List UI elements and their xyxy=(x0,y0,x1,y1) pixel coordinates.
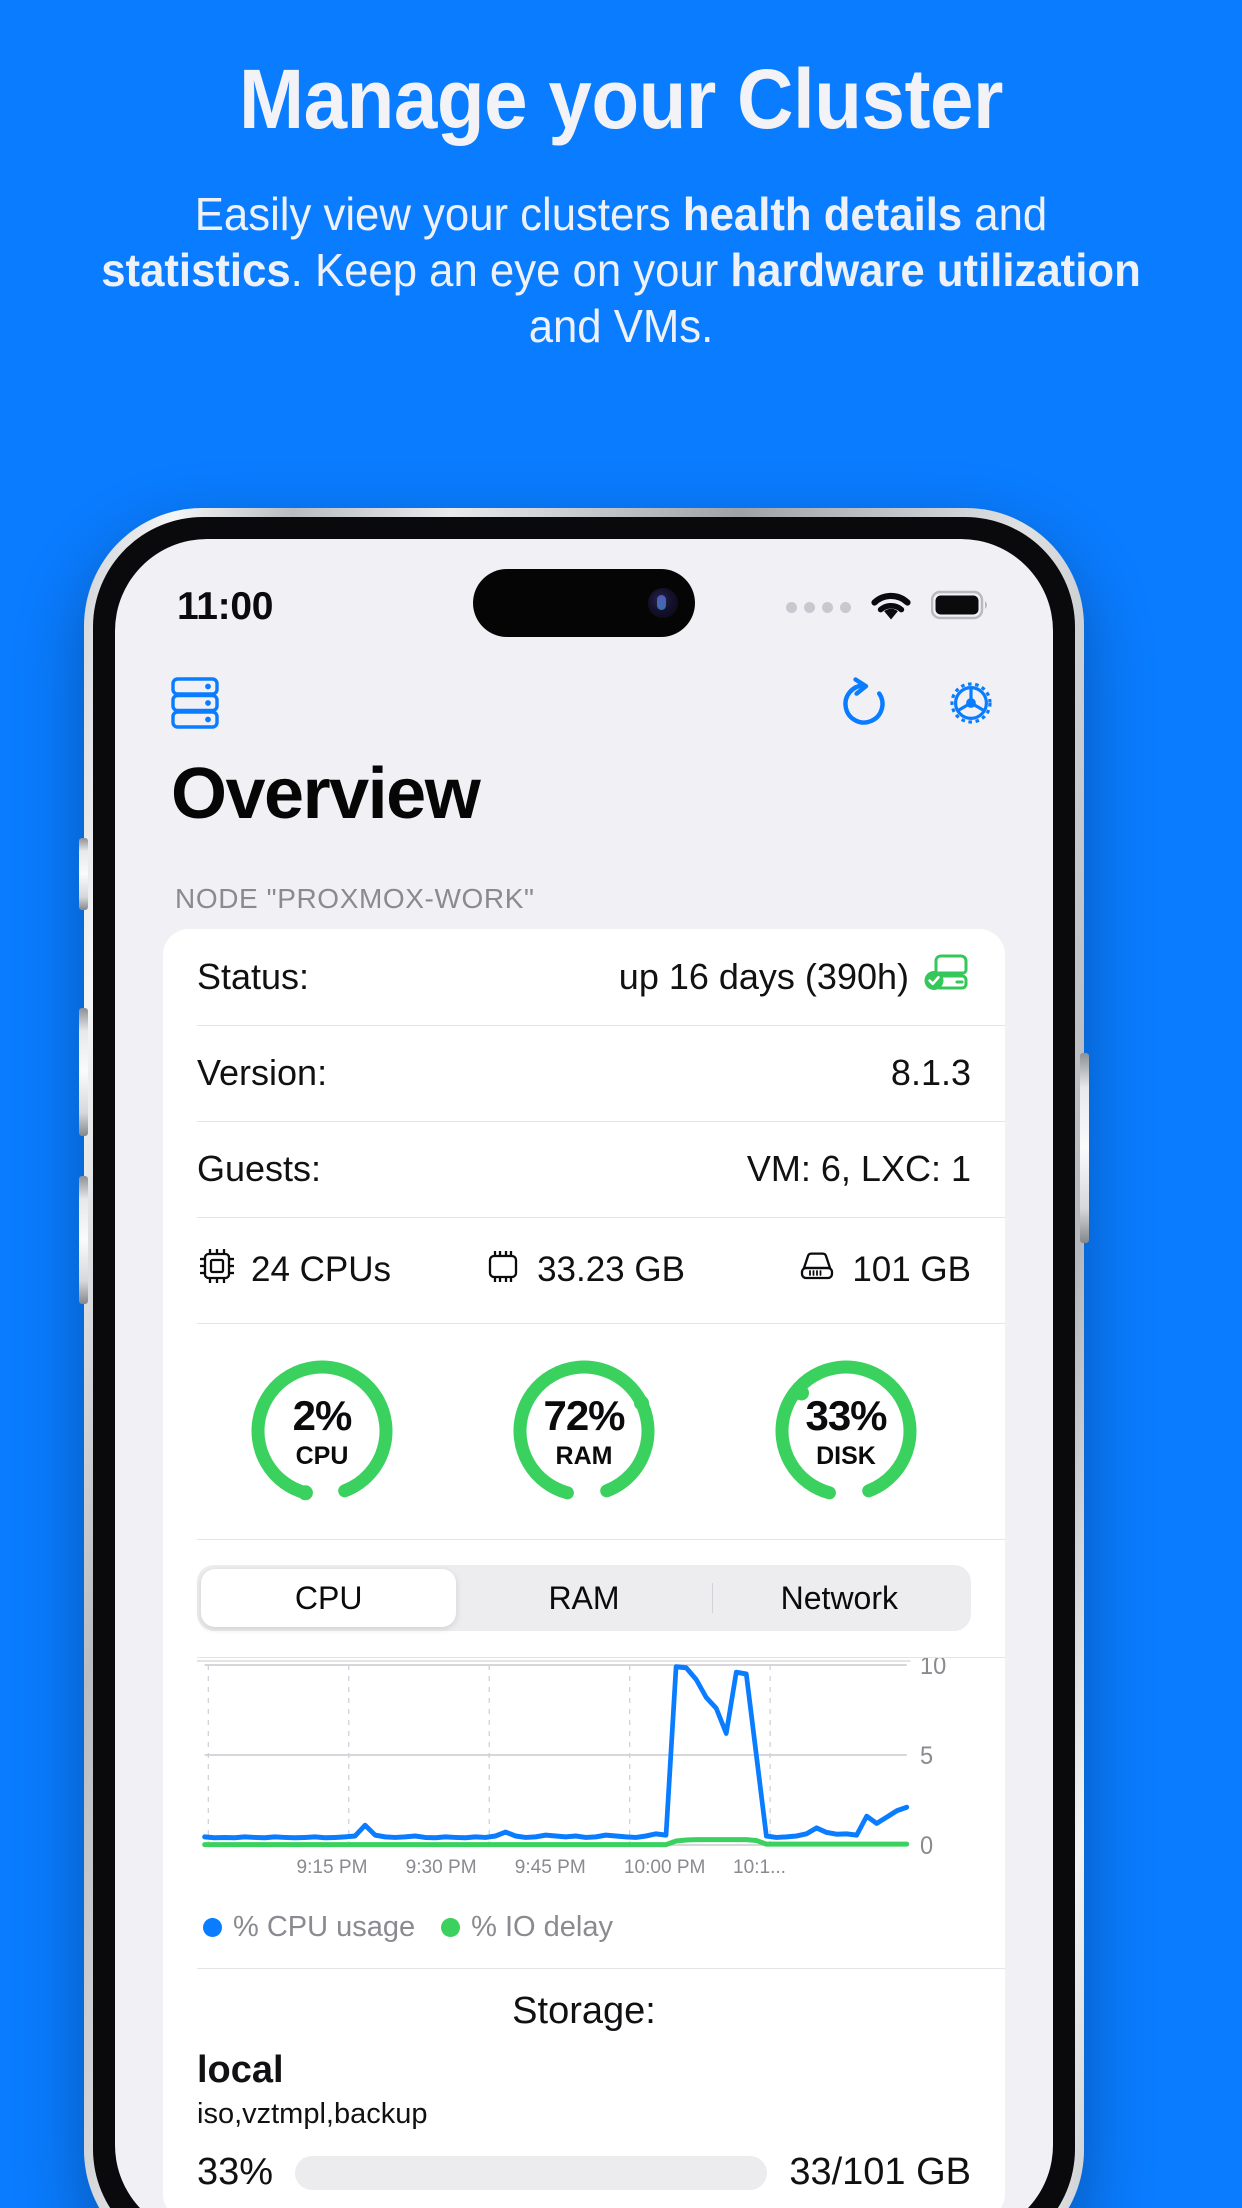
gauge-percent: 72% xyxy=(543,1391,625,1439)
phone-mockup: 11:00 Overview NODE "PROXMOX-WORK" Statu… xyxy=(79,508,1089,2208)
phone-power-button[interactable] xyxy=(1080,1053,1089,1243)
legend-item-io-delay: % IO delay xyxy=(441,1911,613,1944)
info-row-status[interactable]: Status: up 16 days (390h) xyxy=(163,929,1005,1025)
battery-full-icon xyxy=(930,590,991,625)
node-summary-card: Status: up 16 days (390h) Version: 8.1.3… xyxy=(163,929,1005,2208)
info-row-label: Version: xyxy=(197,1052,328,1093)
chart-legend: % CPU usage % IO delay xyxy=(163,1901,1005,1968)
spec-ram: 33.23 GB xyxy=(443,1246,726,1295)
legend-item-cpu-usage: % CPU usage xyxy=(203,1911,415,1944)
info-row-value: 8.1.3 xyxy=(891,1052,971,1094)
signal-dots-icon xyxy=(786,601,851,613)
gauge-percent: 2% xyxy=(292,1391,353,1439)
server-online-icon xyxy=(923,953,971,1002)
storage-usage-row: 33% 33/101 GB xyxy=(163,2131,1005,2208)
info-row-version[interactable]: Version: 8.1.3 xyxy=(163,1025,1005,1121)
spec-label: 101 GB xyxy=(852,1250,972,1289)
usage-gauges-row: 2% CPU 72% RAM 33% DISK xyxy=(163,1323,1005,1539)
phone-frame: 11:00 Overview NODE "PROXMOX-WORK" Statu… xyxy=(79,508,1089,2208)
front-camera-icon xyxy=(648,588,678,618)
status-bar: 11:00 xyxy=(115,539,1053,657)
info-row-label: Status: xyxy=(197,956,310,997)
gauge-caption: CPU xyxy=(295,1441,349,1470)
info-row-value: VM: 6, LXC: 1 xyxy=(747,1148,971,1190)
dynamic-island xyxy=(473,569,695,637)
promo-header: Manage your Cluster Easily view your clu… xyxy=(0,0,1242,354)
svg-text:5: 5 xyxy=(920,1742,933,1770)
legend-label: % IO delay xyxy=(471,1911,613,1943)
segment-cpu[interactable]: CPU xyxy=(201,1569,457,1627)
phone-bezel: 11:00 Overview NODE "PROXMOX-WORK" Statu… xyxy=(93,517,1075,2208)
gauge-disk: 33% DISK xyxy=(766,1351,926,1511)
page-title: Overview xyxy=(171,754,481,834)
svg-text:0: 0 xyxy=(920,1832,933,1857)
app-toolbar xyxy=(115,657,1053,749)
phone-volume-down-button[interactable] xyxy=(79,1176,88,1304)
memory-chip-icon xyxy=(483,1246,523,1295)
node-section-label: NODE "PROXMOX-WORK" xyxy=(175,883,535,914)
info-row-value-text: VM: 6, LXC: 1 xyxy=(746,1148,971,1189)
legend-swatch-blue xyxy=(203,1918,222,1937)
server-rack-icon[interactable] xyxy=(169,676,221,730)
gauge-percent: 33% xyxy=(805,1391,887,1439)
info-row-guests[interactable]: Guests: VM: 6, LXC: 1 xyxy=(163,1121,1005,1217)
storage-progress-bar xyxy=(295,2155,768,2190)
refresh-icon[interactable] xyxy=(837,675,891,731)
metric-segmented-control[interactable]: CPU RAM Network xyxy=(197,1565,971,1631)
segment-ram[interactable]: RAM xyxy=(456,1569,711,1627)
storage-types: iso,vztmpl,backup xyxy=(197,2098,428,2130)
storage-heading: Storage: xyxy=(163,1968,1005,2045)
phone-screen: 11:00 Overview NODE "PROXMOX-WORK" Statu… xyxy=(115,539,1053,2208)
info-row-value-text: up 16 days (390h) xyxy=(618,956,909,997)
svg-text:9:15 PM: 9:15 PM xyxy=(297,1857,368,1878)
svg-text:10: 10 xyxy=(920,1657,946,1680)
spec-label: 24 CPUs xyxy=(251,1250,392,1289)
info-row-value: up 16 days (390h) xyxy=(619,953,971,1002)
segment-network[interactable]: Network xyxy=(711,1569,967,1627)
storage-name: local xyxy=(197,2049,284,2091)
storage-amount: 33/101 GB xyxy=(789,2151,971,2193)
gauge-caption: RAM xyxy=(555,1441,613,1470)
hardware-specs-row: 24 CPUs 33.23 GB 101 GB xyxy=(163,1217,1005,1323)
cpu-chip-icon xyxy=(197,1246,237,1295)
wifi-icon xyxy=(868,588,914,627)
svg-text:9:30 PM: 9:30 PM xyxy=(406,1857,477,1878)
metric-segmented-control-wrap: CPU RAM Network xyxy=(163,1539,1005,1657)
svg-text:10:1...: 10:1... xyxy=(733,1857,786,1878)
svg-text:9:45 PM: 9:45 PM xyxy=(515,1857,586,1878)
svg-text:10:00 PM: 10:00 PM xyxy=(624,1857,706,1878)
status-bar-time: 11:00 xyxy=(177,585,274,628)
legend-swatch-green xyxy=(441,1918,461,1937)
storage-percent: 33% xyxy=(197,2151,274,2193)
spec-label: 33.23 GB xyxy=(537,1250,685,1289)
gauge-ram: 72% RAM xyxy=(504,1351,664,1511)
promo-subtitle: Easily view your clusters health details… xyxy=(101,188,1141,353)
hard-drive-icon xyxy=(796,1246,838,1295)
legend-label: % CPU usage xyxy=(233,1911,416,1943)
spec-disk: 101 GB xyxy=(725,1246,971,1295)
gauge-cpu: 2% CPU xyxy=(242,1351,402,1511)
gauge-caption: DISK xyxy=(816,1441,876,1470)
phone-action-button[interactable] xyxy=(79,838,88,910)
spec-cpu: 24 CPUs xyxy=(197,1246,443,1295)
info-row-value-text: 8.1.3 xyxy=(890,1052,971,1093)
screen-content: Overview NODE "PROXMOX-WORK" Status: up … xyxy=(115,749,1053,2208)
cpu-usage-chart[interactable]: 0 5 10 9:15 PM 9:30 PM 9:45 PM 10:00 PM 10:1..… xyxy=(163,1657,1005,1901)
promo-title: Manage your Cluster xyxy=(239,52,1003,146)
phone-volume-up-button[interactable] xyxy=(79,1008,88,1136)
gear-icon[interactable] xyxy=(943,675,999,731)
info-row-label: Guests: xyxy=(197,1148,322,1189)
